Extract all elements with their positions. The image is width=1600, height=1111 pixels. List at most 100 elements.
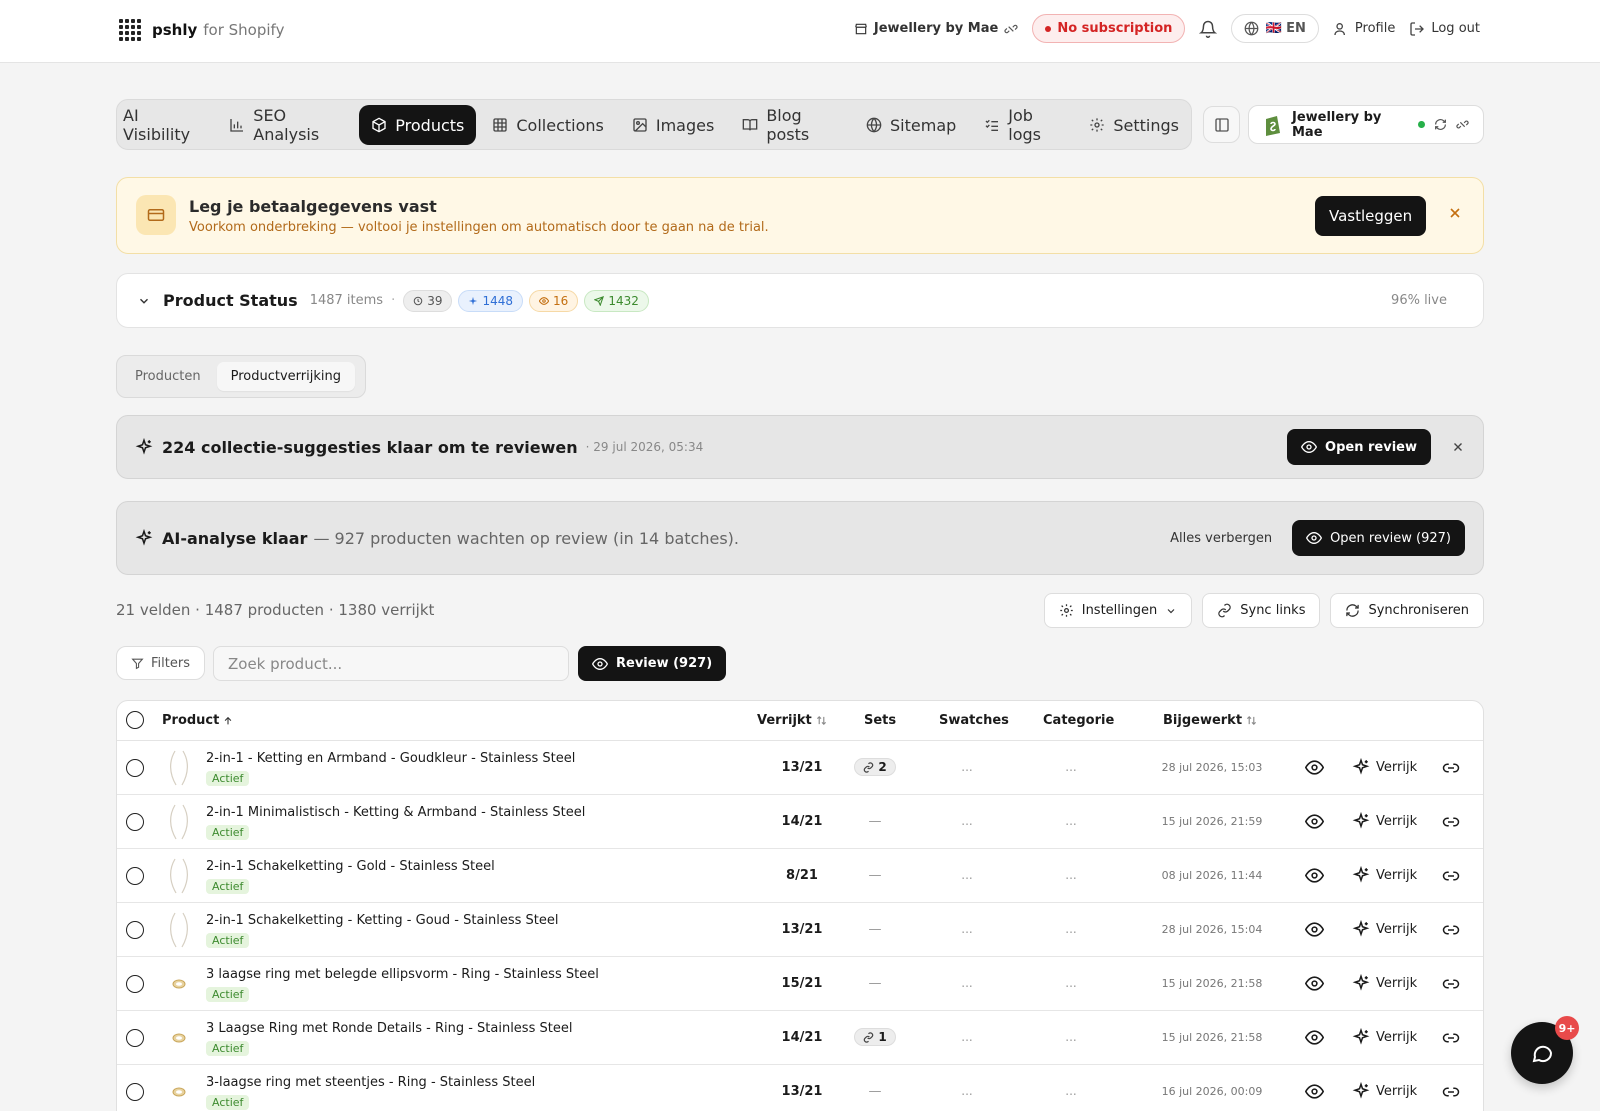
segment-producten[interactable]: Producten — [121, 362, 215, 391]
tab-ai-visibility[interactable]: AI Visibility — [117, 105, 213, 145]
enrich-button[interactable]: Verrijk — [1352, 1028, 1417, 1046]
row-checkbox[interactable] — [126, 813, 144, 831]
table-row[interactable]: 3 Laagse Ring met Ronde Details - Ring -… — [117, 1011, 1483, 1065]
tab-collections[interactable]: Collections — [480, 105, 615, 145]
tab-settings[interactable]: Settings — [1077, 105, 1191, 145]
table-row[interactable]: 3-laagse ring met steentjes - Ring - Sta… — [117, 1065, 1483, 1111]
enrich-button[interactable]: Verrijk — [1352, 758, 1417, 776]
bell-icon[interactable] — [1199, 20, 1218, 38]
table-row[interactable]: 2-in-1 - Ketting en Armband - Goudkleur … — [117, 741, 1483, 795]
sidebar-toggle-button[interactable] — [1203, 106, 1240, 143]
link-icon[interactable] — [1442, 1029, 1460, 1047]
row-checkbox[interactable] — [126, 867, 144, 885]
row-checkbox[interactable] — [126, 1029, 144, 1047]
refresh-icon[interactable] — [1434, 118, 1447, 131]
vastleggen-button[interactable]: Vastleggen — [1315, 196, 1427, 236]
search-input[interactable] — [213, 646, 569, 681]
column-verrijkt[interactable]: Verrijkt — [757, 713, 827, 728]
close-icon[interactable] — [1447, 205, 1463, 221]
unlink-icon[interactable] — [1456, 118, 1469, 131]
enrich-button[interactable]: Verrijk — [1352, 812, 1417, 830]
tab-job-logs[interactable]: Job logs — [972, 105, 1073, 145]
row-checkbox[interactable] — [126, 759, 144, 777]
brand[interactable]: pshly for Shopify — [118, 18, 284, 42]
eye-icon[interactable] — [1305, 974, 1324, 993]
product-name[interactable]: 2-in-1 Schakelketting - Ketting - Goud -… — [206, 913, 559, 928]
product-name[interactable]: 3 laagse ring met belegde ellipsvorm - R… — [206, 967, 599, 982]
sets-badge[interactable]: 1 — [854, 1028, 896, 1046]
eye-icon[interactable] — [1305, 1082, 1324, 1101]
logout-link[interactable]: Log out — [1409, 21, 1480, 37]
product-name[interactable]: 3-laagse ring met steentjes - Ring - Sta… — [206, 1075, 535, 1090]
sync-button[interactable]: Synchroniseren — [1330, 593, 1484, 628]
eye-icon[interactable] — [1305, 1028, 1324, 1047]
table-row[interactable]: 3 laagse ring met belegde ellipsvorm - R… — [117, 957, 1483, 1011]
settings-label: Instellingen — [1081, 603, 1158, 618]
link-icon[interactable] — [1442, 921, 1460, 939]
category-cell: ... — [1065, 814, 1077, 828]
enrich-button[interactable]: Verrijk — [1352, 866, 1417, 884]
column-product[interactable]: Product — [162, 713, 233, 728]
product-name[interactable]: 2-in-1 Minimalistisch - Ketting & Armban… — [206, 805, 585, 820]
user-icon — [1333, 21, 1349, 37]
link-icon[interactable] — [1442, 759, 1460, 777]
store-selector[interactable]: Jewellery by Mae — [854, 21, 1018, 36]
row-checkbox[interactable] — [126, 1083, 144, 1101]
status-badge: Actief — [206, 1095, 250, 1110]
enrich-button[interactable]: Verrijk — [1352, 974, 1417, 992]
arrow-up-icon — [223, 716, 233, 726]
product-name[interactable]: 2-in-1 - Ketting en Armband - Goudkleur … — [206, 751, 575, 766]
eye-icon[interactable] — [1305, 866, 1324, 885]
link-icon[interactable] — [1442, 813, 1460, 831]
link-icon[interactable] — [1442, 975, 1460, 993]
eye-icon[interactable] — [1305, 812, 1324, 831]
chevron-down-icon — [1165, 605, 1177, 617]
row-checkbox[interactable] — [126, 975, 144, 993]
link-icon[interactable] — [1442, 1083, 1460, 1101]
chat-button[interactable]: 9+ — [1511, 1016, 1579, 1084]
eye-icon[interactable] — [1305, 920, 1324, 939]
product-status-bar[interactable]: Product Status 1487 items · 39 1448 16 1… — [116, 273, 1484, 328]
table-row[interactable]: 2-in-1 Schakelketting - Ketting - Goud -… — [117, 903, 1483, 957]
sets-badge[interactable]: 2 — [854, 758, 896, 776]
tab-images[interactable]: Images — [620, 105, 726, 145]
sparkle-icon — [1352, 812, 1370, 830]
language-button[interactable]: 🇬🇧 EN — [1231, 14, 1319, 43]
tab-seo-analysis[interactable]: SEO Analysis — [217, 105, 355, 145]
hide-all-button[interactable]: Alles verbergen — [1170, 531, 1272, 546]
subscription-badge[interactable]: No subscription — [1032, 14, 1186, 43]
column-bijgewerkt[interactable]: Bijgewerkt — [1163, 713, 1257, 728]
settings-dropdown[interactable]: Instellingen — [1043, 593, 1193, 628]
store-chip[interactable]: Jewellery by Mae — [1248, 105, 1484, 144]
open-review-button[interactable]: Open review — [1287, 429, 1431, 465]
separator-dot: · — [391, 293, 396, 308]
chevron-down-icon[interactable] — [137, 294, 151, 308]
tab-blog-posts[interactable]: Blog posts — [730, 105, 850, 145]
tab-products[interactable]: Products — [359, 105, 477, 145]
eye-icon[interactable] — [1305, 758, 1324, 777]
enrich-button[interactable]: Verrijk — [1352, 920, 1417, 938]
enrich-label: Verrijk — [1376, 1029, 1418, 1045]
profile-link[interactable]: Profile — [1333, 21, 1395, 37]
column-categorie-label: Categorie — [1043, 713, 1115, 728]
sets-count: 1 — [878, 1030, 887, 1044]
select-all-checkbox[interactable] — [126, 711, 144, 729]
tab-blog-posts-label: Blog posts — [766, 106, 810, 144]
column-categorie: Categorie — [1043, 713, 1114, 728]
sync-links-button[interactable]: Sync links — [1202, 593, 1321, 628]
open-review-all-button[interactable]: Open review (927) — [1292, 520, 1465, 556]
table-row[interactable]: 2-in-1 Minimalistisch - Ketting & Armban… — [117, 795, 1483, 849]
tab-sitemap-label: Sitemap — [890, 115, 957, 135]
segment-productverrijking[interactable]: Productverrijking — [216, 362, 355, 391]
product-name[interactable]: 3 Laagse Ring met Ronde Details - Ring -… — [206, 1021, 572, 1036]
table-row[interactable]: 2-in-1 Schakelketting - Gold - Stainless… — [117, 849, 1483, 903]
filters-button[interactable]: Filters — [116, 646, 205, 680]
close-icon[interactable] — [1451, 440, 1465, 454]
review-button[interactable]: Review (927) — [578, 646, 727, 681]
unlink-icon[interactable] — [1004, 22, 1018, 36]
row-checkbox[interactable] — [126, 921, 144, 939]
enrich-button[interactable]: Verrijk — [1352, 1082, 1417, 1100]
product-name[interactable]: 2-in-1 Schakelketting - Gold - Stainless… — [206, 859, 495, 874]
tab-sitemap[interactable]: Sitemap — [854, 105, 968, 145]
link-icon[interactable] — [1442, 867, 1460, 885]
